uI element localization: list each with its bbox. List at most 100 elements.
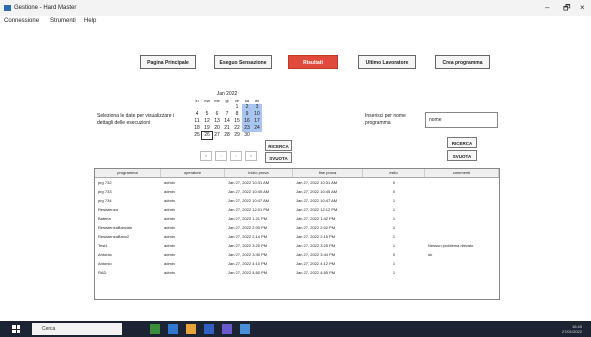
- table-cell: Jan 27, 2022 4:55 PM: [296, 270, 336, 275]
- explorer-icon[interactable]: [186, 324, 196, 334]
- table-cell: 1: [392, 198, 396, 203]
- table-cell: ok: [428, 252, 433, 257]
- table-cell: Jan 27, 2022 10:45 AM: [228, 189, 270, 194]
- calendar-day[interactable]: 20: [212, 125, 222, 132]
- table-cell: Jan 27, 2022 3:44 PM: [296, 252, 336, 257]
- calendar-day[interactable]: 6: [212, 111, 222, 118]
- table-row[interactable]: prg 734 admin Jan 27, 2022 10:47 AM Jan 27,…: [95, 196, 499, 205]
- calendar-day[interactable]: 25: [192, 132, 202, 139]
- close-button[interactable]: ×: [580, 3, 585, 13]
- calendar-day[interactable]: 2: [242, 104, 252, 111]
- table-row[interactable]: prg 733 admin Jan 27, 2022 10:45 AM Jan 27,…: [95, 187, 499, 196]
- table-cell: Jan 27, 2022 2:00 PM: [228, 225, 268, 230]
- calendar-week: 123: [192, 104, 262, 111]
- calendar-day[interactable]: 10: [252, 111, 262, 118]
- table-row[interactable]: Antonio admin Jan 27, 2022 4:10 PM Jan 27, …: [95, 259, 499, 268]
- program-name-label: Inserisci per nome programma: [365, 113, 406, 126]
- table-row[interactable]: Resistenza admin Jan 27, 2022 12:01 PM Jan …: [95, 205, 499, 214]
- date-clear-button[interactable]: SVUOTA: [265, 152, 292, 163]
- menu-connessione[interactable]: Connessione: [4, 17, 39, 25]
- table-row[interactable]: prg 732 admin Jan 27, 2022 10:31 AM Jan 27,…: [95, 178, 499, 187]
- store-icon[interactable]: [204, 324, 214, 334]
- window-title: Gestione - Hard Master: [14, 5, 77, 11]
- calendar-day[interactable]: 18: [192, 125, 202, 132]
- column-header[interactable]: fine prova: [293, 169, 363, 177]
- table-cell: admin: [164, 261, 175, 266]
- program-name-input[interactable]: nome: [425, 112, 498, 128]
- calendar-day[interactable]: 29: [232, 132, 242, 139]
- app-icon-2[interactable]: [240, 324, 250, 334]
- calendar-day[interactable]: 3: [252, 104, 262, 111]
- program-search-button[interactable]: RICERCA: [447, 137, 477, 148]
- nav-pagina-principale[interactable]: Pagina Principale: [140, 55, 196, 69]
- nav-ultimo-lavoratore[interactable]: Ultimo Lavoratore: [358, 55, 416, 69]
- calendar-day[interactable]: 14: [222, 118, 232, 125]
- table-row[interactable]: Test1 admin Jan 27, 2022 3:20 PM Jan 27, 20…: [95, 241, 499, 250]
- clock[interactable]: 16:45 27/01/2022: [548, 324, 582, 334]
- calendar-day[interactable]: 26: [201, 131, 213, 140]
- column-header[interactable]: inizio prova: [225, 169, 293, 177]
- date-search-button[interactable]: RICERCA: [265, 140, 292, 151]
- calendar-day[interactable]: 24: [252, 125, 262, 132]
- minimize-button[interactable]: –: [545, 3, 549, 13]
- calendar-day[interactable]: 22: [232, 125, 242, 132]
- calendar-day: [252, 132, 262, 139]
- calendar-day[interactable]: 8: [232, 111, 242, 118]
- prev-year-button[interactable]: «: [200, 151, 212, 161]
- next-month-button[interactable]: ›: [230, 151, 242, 161]
- calendar-day[interactable]: 9: [242, 111, 252, 118]
- calendar-day[interactable]: 11: [192, 118, 202, 125]
- table-cell: admin: [164, 234, 175, 239]
- table-row[interactable]: Bateria admin Jan 27, 2022 1:21 PM Jan 27, …: [95, 214, 499, 223]
- calendar-week: 11 12 13 14 15 16 17: [192, 118, 262, 125]
- taskbar-search-input[interactable]: Cerca: [32, 323, 122, 335]
- calendar-day[interactable]: 27: [212, 132, 222, 139]
- calendar-day[interactable]: 30: [242, 132, 252, 139]
- calendar-day[interactable]: 7: [222, 111, 232, 118]
- table-cell: Jan 27, 2022 10:45 AM: [296, 189, 338, 194]
- table-cell: admin: [164, 225, 175, 230]
- calendar-day[interactable]: 5: [202, 111, 212, 118]
- calendar-day: [212, 104, 222, 111]
- calendar-day[interactable]: 12: [202, 118, 212, 125]
- prev-month-button[interactable]: ‹: [215, 151, 227, 161]
- taskview-icon[interactable]: [150, 324, 160, 334]
- calendar-days[interactable]: 1 2 3 4 5 6 7 8 9 10 11 12 13 14 15 16 17 18 19 20 21 22 23 24 2…: [192, 104, 262, 140]
- table-row[interactable]: ResistenzaBanc2 admin Jan 27, 2022 2:14 PM…: [95, 232, 499, 241]
- table-row[interactable]: ResistenzaBancale admin Jan 27, 2022 2:00 …: [95, 223, 499, 232]
- calendar[interactable]: Jan 2022 lu ma me gi ve sa do 1 2 3 4 5 6 7 8 9 10 11 12 1…: [192, 91, 262, 140]
- calendar-day[interactable]: 16: [242, 118, 252, 125]
- menu-help[interactable]: Help: [84, 17, 96, 25]
- nav-risultati[interactable]: Risultati: [288, 55, 338, 69]
- table-cell: Jan 27, 2022 1:21 PM: [228, 216, 268, 221]
- nav-crea-programma[interactable]: Crea programma: [435, 55, 490, 69]
- calendar-day[interactable]: 4: [192, 111, 202, 118]
- calendar-day[interactable]: 13: [212, 118, 222, 125]
- column-header[interactable]: esito: [363, 169, 425, 177]
- table-cell: 0: [392, 180, 396, 185]
- calendar-day[interactable]: 19: [202, 125, 212, 132]
- title-bar: Gestione - Hard Master – 🗗 ×: [0, 0, 591, 16]
- nav-eseguo-sensazione[interactable]: Eseguo Sensazione: [214, 55, 272, 69]
- maximize-button[interactable]: 🗗: [563, 3, 571, 13]
- calendar-day[interactable]: 1: [232, 104, 242, 111]
- calendar-day[interactable]: 23: [242, 125, 252, 132]
- column-header[interactable]: commenti: [425, 169, 499, 177]
- app-icon-1[interactable]: [222, 324, 232, 334]
- calendar-navigation[interactable]: «‹ ›»: [200, 151, 257, 161]
- program-clear-button[interactable]: SVUOTA: [447, 150, 477, 161]
- calendar-day[interactable]: 28: [222, 132, 232, 139]
- table-cell: admin: [164, 270, 175, 275]
- table-row[interactable]: Antonia admin Jan 27, 2022 3:40 PM Jan 27, …: [95, 250, 499, 259]
- calendar-day[interactable]: 17: [252, 118, 262, 125]
- windows-start-icon[interactable]: [12, 325, 20, 333]
- edge-icon[interactable]: [168, 324, 178, 334]
- column-header[interactable]: programma: [95, 169, 161, 177]
- calendar-day[interactable]: 21: [222, 125, 232, 132]
- next-year-button[interactable]: »: [245, 151, 257, 161]
- table-cell: prg 732: [98, 180, 112, 185]
- menu-strumenti[interactable]: Strumenti: [50, 17, 76, 25]
- column-header[interactable]: operatore: [161, 169, 225, 177]
- table-row[interactable]: RAD admin Jan 27, 2022 4:50 PM Jan 27, 2022…: [95, 268, 499, 277]
- calendar-day[interactable]: 15: [232, 118, 242, 125]
